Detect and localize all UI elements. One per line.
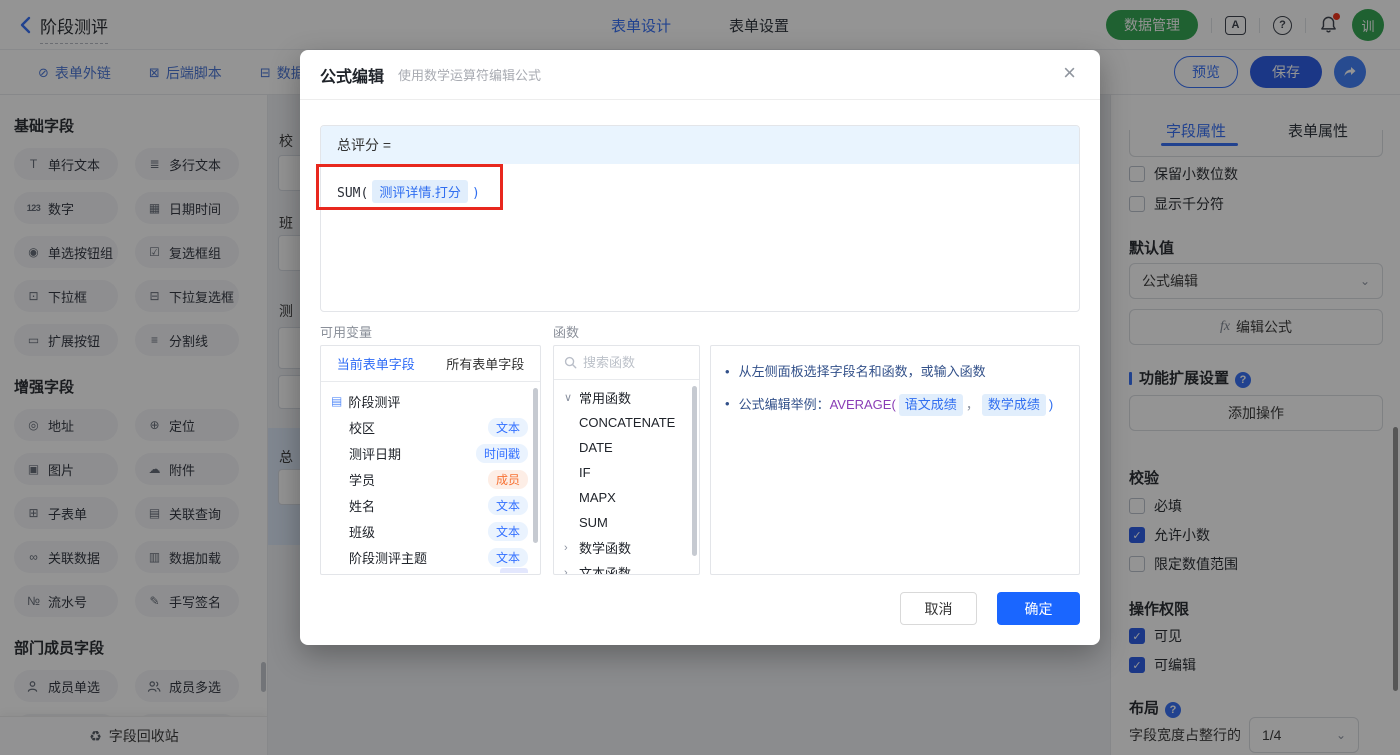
caret-right-icon: › xyxy=(564,542,573,554)
function-name: MAPX xyxy=(579,490,616,505)
variable-row[interactable]: 阶段测评主题 文本 xyxy=(321,544,540,570)
tab-current-form-fields[interactable]: 当前表单字段 xyxy=(321,346,431,381)
variables-tabs: 当前表单字段 所有表单字段 xyxy=(321,346,540,382)
help-text: 公式编辑举例：AVERAGE(语文成绩，数学成绩) xyxy=(739,394,1054,416)
example-close-paren: ) xyxy=(1049,397,1053,412)
caret-down-icon: ∨ xyxy=(564,391,573,404)
variable-name: 测评日期 xyxy=(349,444,401,463)
formula-close-paren: ) xyxy=(472,186,480,201)
formula-help-panel: • 从左侧面板选择字段名和函数，或输入函数 • 公式编辑举例：AVERAGE(语… xyxy=(710,345,1080,575)
formula-field-chip[interactable]: 测评详情.打分 xyxy=(372,180,468,203)
tab-all-form-fields[interactable]: 所有表单字段 xyxy=(431,346,541,381)
formula-expression[interactable]: SUM( 测评详情.打分) xyxy=(321,164,1079,219)
functions-scrollbar[interactable] xyxy=(692,386,697,556)
tree-root-label: 阶段测评 xyxy=(348,392,400,411)
functions-label: 函数 xyxy=(553,322,579,341)
help-line-2: • 公式编辑举例：AVERAGE(语文成绩，数学成绩) xyxy=(725,394,1065,416)
function-group-common[interactable]: ∨ 常用函数 xyxy=(554,385,699,410)
type-badge: 时间戳 xyxy=(476,444,528,463)
variable-name: 班级 xyxy=(349,522,375,541)
search-icon xyxy=(564,356,577,369)
modal-header: 公式编辑 使用数学运算符编辑公式 × xyxy=(300,50,1100,100)
function-item[interactable]: DATE xyxy=(554,435,699,460)
variable-row[interactable]: 班级 文本 xyxy=(321,518,540,544)
group-label: 文本函数 xyxy=(579,563,631,575)
type-badge: 文本 xyxy=(488,548,528,567)
help-text: 从左侧面板选择字段名和函数，或输入函数 xyxy=(739,362,986,382)
function-item[interactable]: MAPX xyxy=(554,485,699,510)
function-item[interactable]: IF xyxy=(554,460,699,485)
modal-footer: 取消 确定 xyxy=(900,592,1080,625)
variable-name: 姓名 xyxy=(349,496,375,515)
close-icon[interactable]: × xyxy=(1063,62,1076,84)
group-label: 常用函数 xyxy=(579,388,631,407)
caret-right-icon: › xyxy=(564,567,573,576)
formula-editor[interactable]: 总评分 = SUM( 测评详情.打分) xyxy=(320,125,1080,312)
bullet: • xyxy=(725,362,730,382)
help-example-prefix: 公式编辑举例： xyxy=(739,397,830,412)
type-badge: 文本 xyxy=(488,418,528,437)
group-label: 数学函数 xyxy=(579,538,631,557)
document-icon: ▤ xyxy=(331,394,342,408)
cancel-button[interactable]: 取消 xyxy=(900,592,977,625)
function-name: CONCATENATE xyxy=(579,415,675,430)
variable-row[interactable]: 校区 文本 xyxy=(321,414,540,440)
variable-row[interactable]: 姓名 文本 xyxy=(321,492,540,518)
formula-target-row: 总评分 = xyxy=(321,126,1079,164)
function-group-math[interactable]: › 数学函数 xyxy=(554,535,699,560)
function-name: IF xyxy=(579,465,591,480)
variables-label: 可用变量 xyxy=(320,322,372,341)
help-line-1: • 从左侧面板选择字段名和函数，或输入函数 xyxy=(725,362,1065,382)
clipped-badge xyxy=(500,568,528,573)
example-chip: 数学成绩 xyxy=(982,394,1046,416)
bullet: • xyxy=(725,394,730,414)
variables-tree: ▤ 阶段测评 校区文本 测评日期时间戳 学员成员 姓名文本 班级文本 阶段测评主… xyxy=(321,382,540,570)
function-name: DATE xyxy=(579,440,613,455)
modal-subtitle: 使用数学运算符编辑公式 xyxy=(398,65,541,84)
function-tree: ∨ 常用函数 CONCATENATE DATE IF MAPX SUM › 数学函数… xyxy=(554,380,699,575)
variables-panel: 当前表单字段 所有表单字段 ▤ 阶段测评 校区文本 测评日期时间戳 学员成员 姓… xyxy=(320,345,541,575)
tree-root[interactable]: ▤ 阶段测评 xyxy=(321,388,540,414)
function-name: SUM xyxy=(579,515,608,530)
app-window: 阶段测评 表单设计 表单设置 数据管理 A ? 训 ⊘ 表单外链 xyxy=(0,0,1400,755)
function-item[interactable]: CONCATENATE xyxy=(554,410,699,435)
formula-function: SUM( xyxy=(337,186,368,201)
variable-name: 校区 xyxy=(349,418,375,437)
type-badge: 成员 xyxy=(488,470,528,489)
example-function: AVERAGE( xyxy=(830,397,896,412)
variable-name: 阶段测评主题 xyxy=(349,548,427,567)
example-chip: 语文成绩 xyxy=(899,394,963,416)
function-item[interactable]: SUM xyxy=(554,510,699,535)
modal-title: 公式编辑 xyxy=(320,63,384,87)
function-search-input[interactable] xyxy=(583,355,673,370)
variable-row[interactable]: 学员 成员 xyxy=(321,466,540,492)
formula-editor-modal: 公式编辑 使用数学运算符编辑公式 × 总评分 = SUM( 测评详情.打分) 可用… xyxy=(300,50,1100,645)
example-comma: ， xyxy=(966,397,979,412)
variable-row[interactable]: 测评日期 时间戳 xyxy=(321,440,540,466)
confirm-button[interactable]: 确定 xyxy=(997,592,1080,625)
variable-name: 学员 xyxy=(349,470,375,489)
functions-panel: ∨ 常用函数 CONCATENATE DATE IF MAPX SUM › 数学函数… xyxy=(553,345,700,575)
variables-scrollbar[interactable] xyxy=(533,388,538,543)
type-badge: 文本 xyxy=(488,496,528,515)
function-search[interactable] xyxy=(554,346,699,380)
function-group-text[interactable]: › 文本函数 xyxy=(554,560,699,575)
type-badge: 文本 xyxy=(488,522,528,541)
